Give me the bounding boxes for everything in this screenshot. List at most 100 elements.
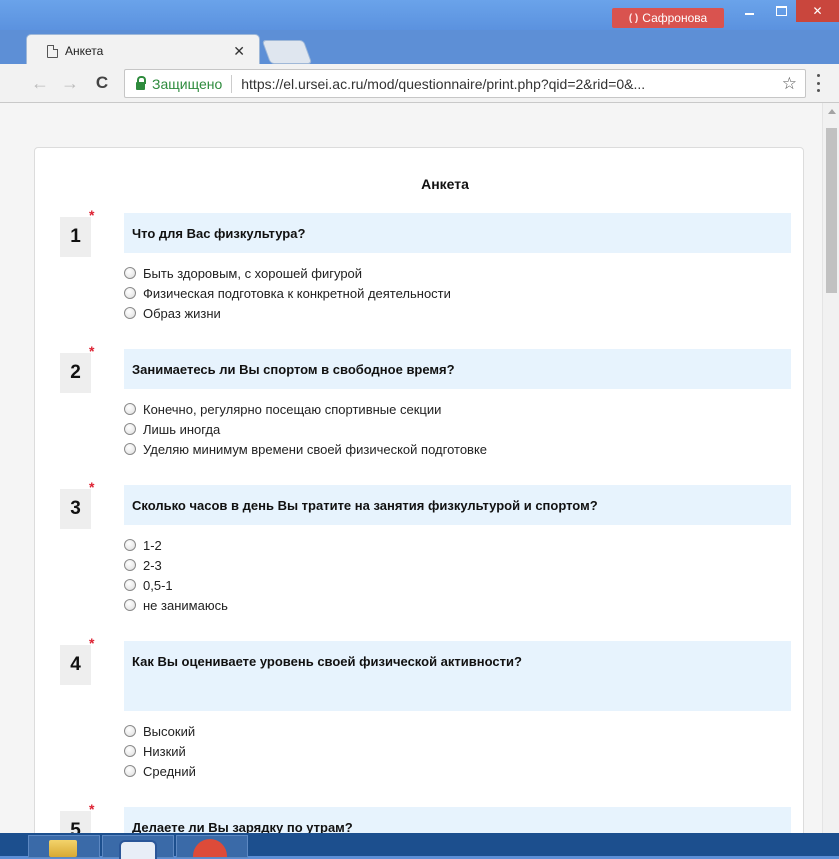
- radio-button[interactable]: [124, 443, 136, 455]
- browser-menu-icon[interactable]: [816, 74, 820, 92]
- taskbar-explorer[interactable]: [28, 835, 100, 858]
- answer-label: не занимаюсь: [143, 597, 228, 613]
- minimize-button[interactable]: [733, 0, 765, 22]
- page-icon: [47, 44, 58, 58]
- answer-label: Низкий: [143, 743, 186, 759]
- question-number: 4: [60, 645, 91, 685]
- radio-button[interactable]: [124, 765, 136, 777]
- vertical-scrollbar[interactable]: [822, 103, 839, 833]
- question-text: Сколько часов в день Вы тратите на занят…: [124, 485, 791, 525]
- folder-icon: [49, 840, 77, 857]
- radio-button[interactable]: [124, 403, 136, 415]
- answer-label: Конечно, регулярно посещаю спортивные се…: [143, 401, 442, 417]
- answer-label: 1-2: [143, 537, 162, 553]
- radio-button[interactable]: [124, 423, 136, 435]
- forward-button[interactable]: →: [60, 73, 80, 93]
- word-icon: [119, 840, 157, 859]
- radio-button[interactable]: [124, 539, 136, 551]
- arrow-left-icon: ←: [31, 72, 49, 93]
- browser-toolbar: ← → C Защищено https://el.ursei.ac.ru/mo…: [0, 64, 839, 103]
- radio-button[interactable]: [124, 579, 136, 591]
- answer-option[interactable]: 1-2: [124, 535, 228, 555]
- radio-button[interactable]: [124, 287, 136, 299]
- minimize-icon: [744, 13, 754, 15]
- close-window-button[interactable]: ✕: [796, 0, 839, 22]
- new-tab-button[interactable]: [261, 40, 313, 64]
- answer-label: Средний: [143, 763, 196, 779]
- answer-option[interactable]: Средний: [124, 761, 196, 781]
- tab-anketa[interactable]: Анкета ✕: [26, 34, 260, 65]
- answer-option[interactable]: 0,5-1: [124, 575, 228, 595]
- taskbar-chrome[interactable]: [176, 835, 248, 858]
- answer-option[interactable]: Конечно, регулярно посещаю спортивные се…: [124, 399, 487, 419]
- answer-option[interactable]: Лишь иногда: [124, 419, 487, 439]
- question-text: Что для Вас физкультура?: [124, 213, 791, 253]
- answer-option[interactable]: Образ жизни: [124, 303, 451, 323]
- required-marker: *: [89, 635, 95, 651]
- question-number: 5: [60, 811, 91, 833]
- answer-label: Лишь иногда: [143, 421, 221, 437]
- answer-label: Уделяю минимум времени своей физической …: [143, 441, 488, 457]
- os-taskbar: [0, 833, 839, 859]
- answer-label: 2-3: [143, 557, 162, 573]
- url-text[interactable]: https://el.ursei.ac.ru/mod/questionnaire…: [241, 76, 776, 92]
- radio-button[interactable]: [124, 745, 136, 757]
- omnibox-divider: [231, 74, 233, 93]
- back-button[interactable]: ←: [30, 73, 50, 93]
- question-number: 2: [60, 353, 91, 393]
- page-viewport: Анкета 1 * Что для Вас физкультура? Быть зд…: [0, 103, 822, 833]
- answer-label: Образ жизни: [143, 305, 221, 321]
- answer-options: Быть здоровым, с хорошей фигурой Физическ…: [124, 263, 451, 323]
- answer-option[interactable]: Высокий: [124, 721, 196, 741]
- question-number: 3: [60, 489, 91, 529]
- page-title: Анкета: [421, 176, 469, 192]
- profile-name: Сафронова: [642, 11, 708, 25]
- required-marker: *: [89, 479, 95, 495]
- answer-label: Высокий: [143, 723, 196, 739]
- answer-option[interactable]: 2-3: [124, 555, 228, 575]
- reload-button[interactable]: C: [92, 73, 112, 93]
- radio-button[interactable]: [124, 267, 136, 279]
- question-text: Делаете ли Вы зарядку по утрам?: [124, 807, 791, 833]
- radio-button[interactable]: [124, 559, 136, 571]
- tab-title: Анкета: [65, 44, 104, 58]
- maximize-icon: [775, 6, 787, 16]
- answer-option[interactable]: Физическая подготовка к конкретной деяте…: [124, 283, 451, 303]
- bookmark-star-icon[interactable]: ☆: [782, 74, 797, 94]
- scroll-up-arrow-icon[interactable]: [828, 109, 836, 114]
- arrow-right-icon: →: [61, 72, 79, 93]
- profile-sync-icon: ( ): [628, 12, 639, 24]
- answer-options: Конечно, регулярно посещаю спортивные се…: [124, 399, 487, 459]
- question-number: 1: [60, 217, 91, 257]
- radio-button[interactable]: [124, 725, 136, 737]
- window-titlebar: ( ) Сафронова ✕: [0, 0, 839, 30]
- lock-icon: [136, 75, 146, 90]
- radio-button[interactable]: [124, 307, 136, 319]
- scroll-thumb[interactable]: [826, 128, 837, 293]
- answer-options: Высокий Низкий Средний: [124, 721, 196, 781]
- profile-button[interactable]: ( ) Сафронова: [612, 8, 724, 28]
- tab-strip: Анкета ✕: [0, 30, 839, 65]
- chrome-icon: [193, 839, 227, 857]
- required-marker: *: [89, 207, 95, 223]
- address-bar[interactable]: Защищено https://el.ursei.ac.ru/mod/ques…: [124, 69, 806, 98]
- question-text: Как Вы оцениваете уровень своей физическ…: [124, 641, 791, 711]
- answer-options: 1-2 2-3 0,5-1 не занимаюсь: [124, 535, 228, 615]
- answer-label: 0,5-1: [143, 577, 173, 593]
- answer-label: Физическая подготовка к конкретной деяте…: [143, 285, 451, 301]
- answer-option[interactable]: не занимаюсь: [124, 595, 228, 615]
- tab-close-icon[interactable]: ✕: [233, 43, 245, 60]
- maximize-button[interactable]: [765, 0, 797, 22]
- answer-label: Быть здоровым, с хорошей фигурой: [143, 265, 363, 281]
- required-marker: *: [89, 801, 95, 817]
- radio-button[interactable]: [124, 599, 136, 611]
- required-marker: *: [89, 343, 95, 359]
- answer-option[interactable]: Быть здоровым, с хорошей фигурой: [124, 263, 451, 283]
- answer-option[interactable]: Низкий: [124, 741, 196, 761]
- taskbar-word[interactable]: [102, 835, 174, 859]
- close-icon: ✕: [812, 4, 823, 18]
- reload-icon: C: [95, 73, 109, 92]
- security-label[interactable]: Защищено: [152, 76, 222, 92]
- questionnaire-card: Анкета 1 * Что для Вас физкультура? Быть зд…: [34, 147, 804, 833]
- answer-option[interactable]: Уделяю минимум времени своей физической …: [124, 439, 487, 459]
